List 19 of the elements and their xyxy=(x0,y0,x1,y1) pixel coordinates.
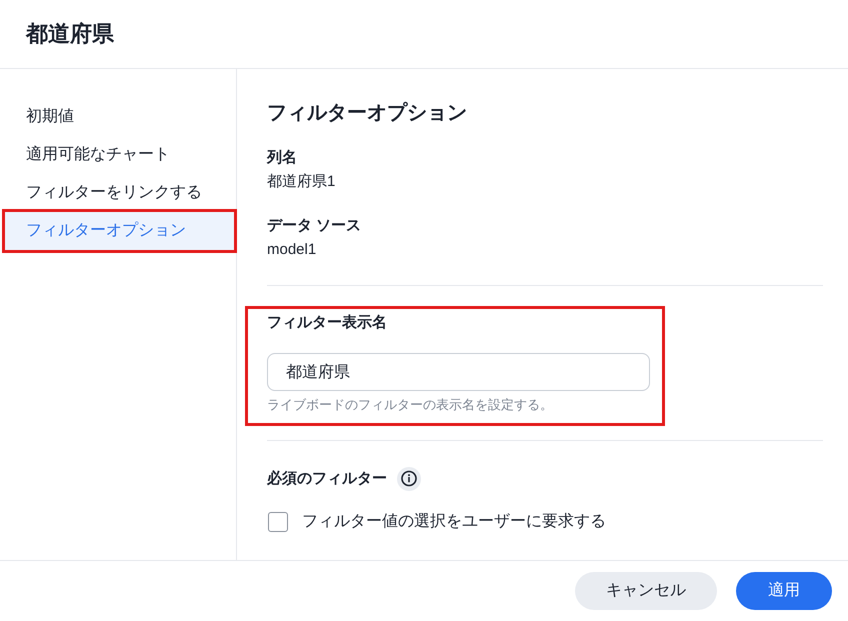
checkbox-label: フィルター値の選択をユーザーに要求する xyxy=(302,512,606,532)
apply-button[interactable]: 適用 xyxy=(736,572,832,610)
panel-title: フィルターオプション xyxy=(267,100,468,126)
checkbox[interactable] xyxy=(268,512,288,532)
dialog-title: 都道府県 xyxy=(26,20,114,48)
helper-text: ライブボードのフィルターの表示名を設定する。 xyxy=(267,396,554,414)
sidebar-item[interactable]: 適用可能なチャート xyxy=(5,136,234,174)
field-label: 列名 xyxy=(267,148,298,168)
sidebar-item[interactable]: フィルターオプション xyxy=(5,212,234,250)
cancel-button[interactable]: キャンセル xyxy=(575,572,717,610)
display-name-label: フィルター表示名 xyxy=(267,313,388,333)
display-name-field[interactable]: 都道府県 xyxy=(267,353,650,391)
sidebar-item[interactable]: フィルターをリンクする xyxy=(5,174,234,212)
sidebar-item[interactable]: 初期値 xyxy=(5,98,234,136)
required-filter-label: 必須のフィルター xyxy=(267,469,387,489)
field-value: model1 xyxy=(267,240,318,260)
info-icon[interactable] xyxy=(397,467,421,491)
field-value: 都道府県1 xyxy=(267,172,336,192)
field-label: データ ソース xyxy=(267,216,362,236)
